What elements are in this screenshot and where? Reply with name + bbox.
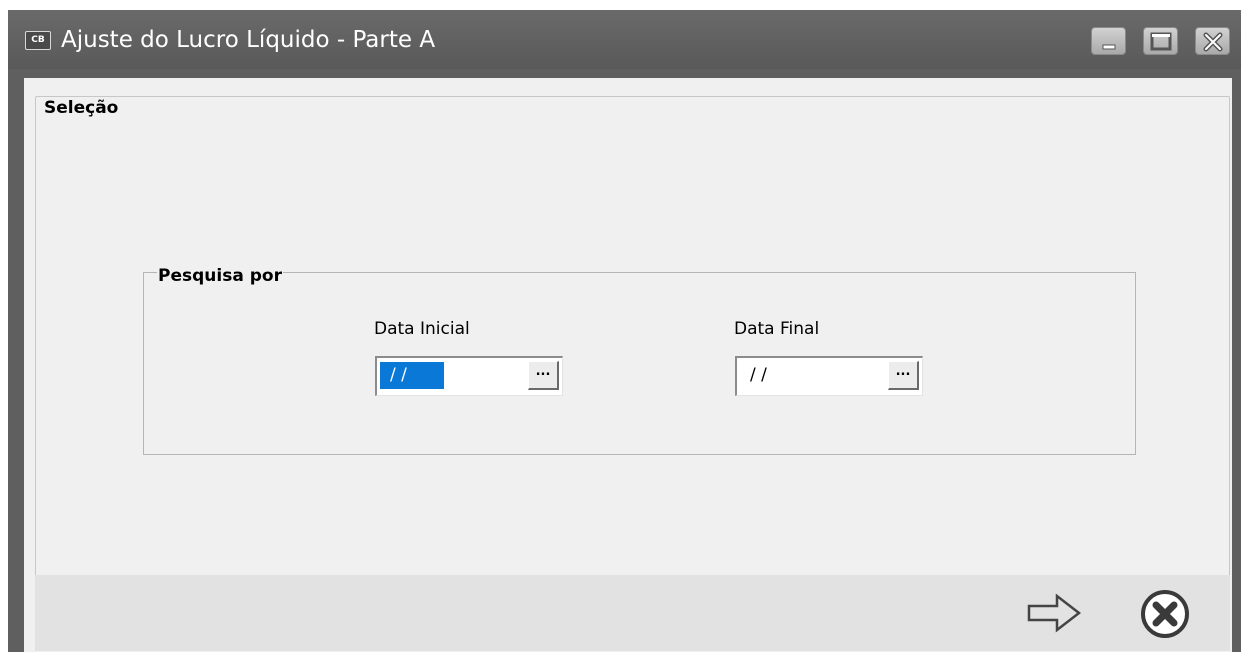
search-legend: Pesquisa por [157,266,283,286]
close-icon [1203,32,1223,52]
cancel-circle-icon [1141,590,1189,638]
search-groupbox [143,272,1136,455]
cancel-button[interactable] [1137,586,1193,642]
arrow-right-icon [1027,593,1082,633]
window-title: Ajuste do Lucro Líquido - Parte A [61,27,436,53]
start-date-field[interactable]: / / ... [375,356,563,396]
main-window: CB Ajuste do Lucro Líquido - Parte A Sel… [8,10,1241,652]
selection-legend: Seleção [43,98,120,118]
minimize-icon [1102,44,1116,50]
title-bar[interactable]: CB Ajuste do Lucro Líquido - Parte A [8,10,1241,69]
end-date-label: Data Final [734,319,820,339]
start-date-value[interactable]: / / [380,362,444,389]
maximize-icon [1150,32,1172,51]
window-client-area: Seleção Pesquisa por Data Inicial / / ..… [24,78,1232,652]
start-date-label: Data Inicial [374,319,470,339]
end-date-field[interactable]: / / ... [735,356,923,396]
minimize-button[interactable] [1091,27,1126,55]
maximize-button[interactable] [1143,27,1178,55]
end-date-value[interactable]: / / [740,362,773,389]
app-icon: CB [25,31,51,50]
next-button[interactable] [1027,588,1083,638]
start-date-picker-button[interactable]: ... [528,361,559,390]
close-button[interactable] [1195,27,1230,55]
end-date-picker-button[interactable]: ... [888,361,919,390]
